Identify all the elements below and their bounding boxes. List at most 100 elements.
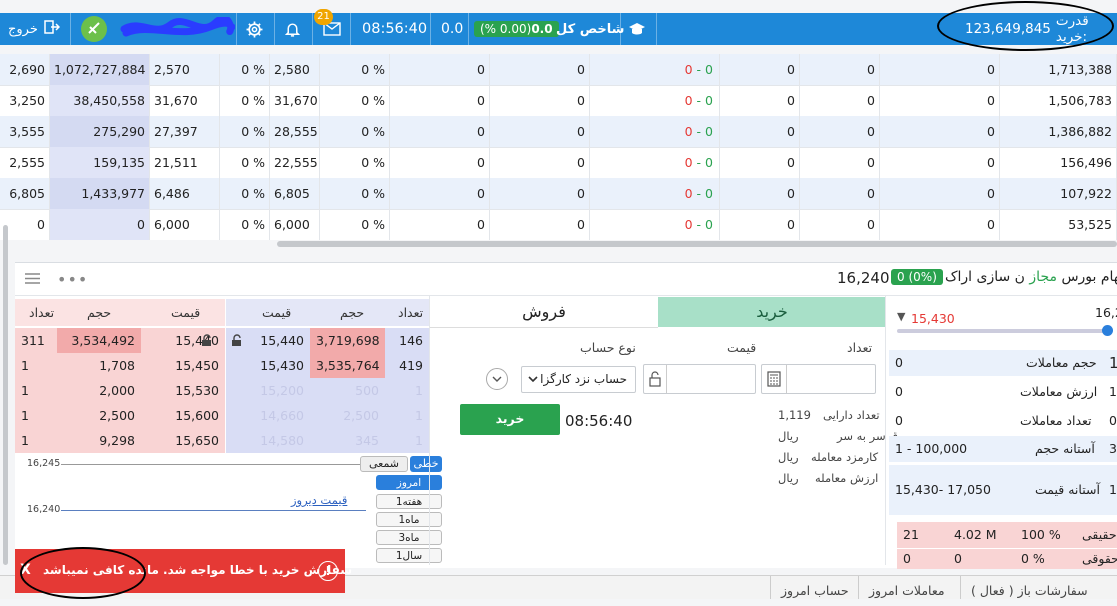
period-today[interactable]: امروز	[376, 475, 442, 490]
bell-icon[interactable]	[284, 13, 301, 45]
buy-volume-cell[interactable]: 500	[310, 378, 385, 403]
sell-price-cell[interactable]: 15,600	[141, 403, 225, 428]
volume-row: 0 حجم معاملات 1	[889, 350, 1117, 376]
buy-volume-cell[interactable]: 3,719,698	[310, 328, 385, 353]
hamburger-icon[interactable]	[25, 273, 40, 287]
grid-cell: 0	[720, 178, 800, 209]
grid-row[interactable]: 0 0 6,000 0 % 6,000 0 % 0 0 0 - 0 0 0 0 53,525	[0, 209, 1117, 240]
sell-count-cell[interactable]: 311	[15, 328, 57, 353]
grid-change-cell: 0 - 0	[590, 85, 720, 116]
price-input[interactable]	[643, 364, 756, 394]
grid-cell: 0	[880, 85, 1000, 116]
sell-volume-cell[interactable]: 2,500	[57, 403, 141, 428]
tab-today-account[interactable]: حساب امروز	[770, 576, 859, 599]
grid-cell: 0	[880, 116, 1000, 147]
buy-count-cell[interactable]: 1	[385, 403, 429, 428]
sell-volume-cell[interactable]: 2,000	[57, 378, 141, 403]
sell-price-cell[interactable]: 15,450	[141, 353, 225, 378]
fee-label: کارمزد معامله	[811, 450, 879, 464]
buy-volume-cell[interactable]: 345	[310, 428, 385, 453]
sell-volume-cell[interactable]: 3,534,492	[57, 328, 141, 353]
buy-volume-cell[interactable]: 2,500	[310, 403, 385, 428]
price-lock-icon[interactable]	[644, 365, 667, 393]
sell-price-cell[interactable]: 15,650	[141, 428, 225, 453]
calculator-icon[interactable]	[762, 365, 787, 393]
count-side-digit: 0	[1109, 413, 1117, 428]
grid-cell: 6,805	[270, 178, 320, 209]
chart-type-candle[interactable]: شمعی	[360, 456, 408, 472]
horizontal-scrollbar[interactable]	[277, 241, 1117, 247]
range-slider-knob[interactable]	[1102, 325, 1113, 336]
index-change-value: 0.0	[531, 22, 553, 36]
tab-today-trades[interactable]: معاملات امروز	[858, 576, 955, 599]
buy-volume-cell[interactable]: 3,535,764	[310, 353, 385, 378]
chart-type-linear[interactable]: خطی	[410, 456, 442, 472]
tab-open-orders[interactable]: سفارشات باز ( فعال )	[960, 576, 1098, 599]
period-1month[interactable]: 1ماه	[376, 512, 442, 527]
period-1week[interactable]: 1هفته	[376, 494, 442, 509]
buy-lock-icon[interactable]	[231, 334, 243, 350]
sell-lock-icon[interactable]	[201, 334, 213, 350]
tab-buy[interactable]: خرید	[658, 297, 886, 327]
grid-cell: 0	[390, 54, 490, 85]
sell-volume-cell[interactable]: 9,298	[57, 428, 141, 453]
buy-price-cell[interactable]: 15,200	[226, 378, 310, 403]
vertical-scrollbar[interactable]	[3, 225, 8, 565]
header-clock: 08:56:40	[362, 21, 428, 37]
grid-cell: 1,386,882	[1000, 116, 1117, 147]
watchlist-grid: 2,690 1,072,727,884 2,570 0 % 2,580 0 % 0 0 0 - …	[0, 54, 1117, 240]
sell-count-cell[interactable]: 1	[15, 403, 57, 428]
grid-cell: 156,496	[1000, 147, 1117, 178]
logout-button[interactable]: خروج	[8, 13, 60, 45]
sell-count-cell[interactable]: 1	[15, 428, 57, 453]
grid-row[interactable]: 3,555 275,290 27,397 0 % 28,555 0 % 0 0 0 - 0000…	[0, 116, 1117, 148]
sell-count-cell[interactable]: 1	[15, 378, 57, 403]
grid-cell: 0	[880, 209, 1000, 240]
buy-price-header: قیمت	[262, 305, 292, 320]
more-dots-icon[interactable]: •••	[57, 270, 88, 289]
value-row: 0 ارزش معاملات 1	[889, 379, 1117, 405]
grid-row[interactable]: 6,805 1,433,977 6,486 0 % 6,805 0 % 0 0 0 - 0000…	[0, 178, 1117, 210]
trade-value-label: ارزش معامله	[815, 471, 879, 485]
grid-change-cell: 0 - 0	[590, 209, 720, 240]
period-1year[interactable]: 1سال	[376, 548, 442, 563]
legal-investors-row: 0 0 0 % حقوقی	[897, 549, 1117, 569]
graduation-cap-icon[interactable]	[628, 13, 646, 45]
breakeven-value: ریال	[778, 429, 799, 443]
quantity-input[interactable]	[761, 364, 876, 394]
grid-cell: 6,000	[150, 209, 220, 240]
account-type-select[interactable]: حساب نزد کارگزا	[521, 366, 636, 393]
chart-y-top-label: 16,245	[27, 458, 61, 469]
symbol-change-pill: 0 (0%)	[891, 269, 943, 285]
grid-row[interactable]: 2,690 1,072,727,884 2,570 0 % 2,580 0 % 0 0 0 - …	[0, 54, 1117, 86]
buy-price-cell[interactable]: 14,660	[226, 403, 310, 428]
buy-count-cell[interactable]: 1	[385, 378, 429, 403]
buy-count-cell[interactable]: 1	[385, 428, 429, 453]
grid-change-positive: 0	[705, 62, 713, 77]
grid-cell: 0	[800, 178, 880, 209]
grid-row[interactable]: 2,555 159,135 21,511 0 % 22,555 0 % 0 0 0 - 0000…	[0, 147, 1117, 179]
grid-cell: 0	[800, 209, 880, 240]
buy-count-cell[interactable]: 419	[385, 353, 429, 378]
grid-cell: 6,486	[150, 178, 220, 209]
buy-submit-button[interactable]: خرید	[460, 404, 560, 435]
period-3month[interactable]: 3ماه	[376, 530, 442, 545]
grid-cell: 0 %	[220, 54, 270, 85]
grid-cell: 0 %	[320, 147, 390, 178]
tab-sell[interactable]: فروش	[430, 297, 658, 328]
sell-count-cell[interactable]: 1	[15, 353, 57, 378]
buy-count-cell[interactable]: 146	[385, 328, 429, 353]
grid-cell: 22,555	[270, 147, 320, 178]
buy-price-cell[interactable]: 15,430	[226, 353, 310, 378]
settings-gear-icon[interactable]	[246, 13, 263, 45]
sell-price-cell[interactable]: 15,530	[141, 378, 225, 403]
sell-volume-cell[interactable]: 1,708	[57, 353, 141, 378]
grid-cell: 0	[390, 178, 490, 209]
grid-cell: 2,580	[270, 54, 320, 85]
grid-cell: 28,555	[270, 116, 320, 147]
grid-row[interactable]: 3,250 38,450,558 31,670 0 % 31,670 0 % 0 0 0 - 0…	[0, 85, 1117, 117]
grid-cell: 0 %	[220, 209, 270, 240]
buy-price-cell[interactable]: 14,580	[226, 428, 310, 453]
connection-status-icon[interactable]	[80, 13, 108, 45]
expand-circle-icon[interactable]	[486, 368, 508, 390]
